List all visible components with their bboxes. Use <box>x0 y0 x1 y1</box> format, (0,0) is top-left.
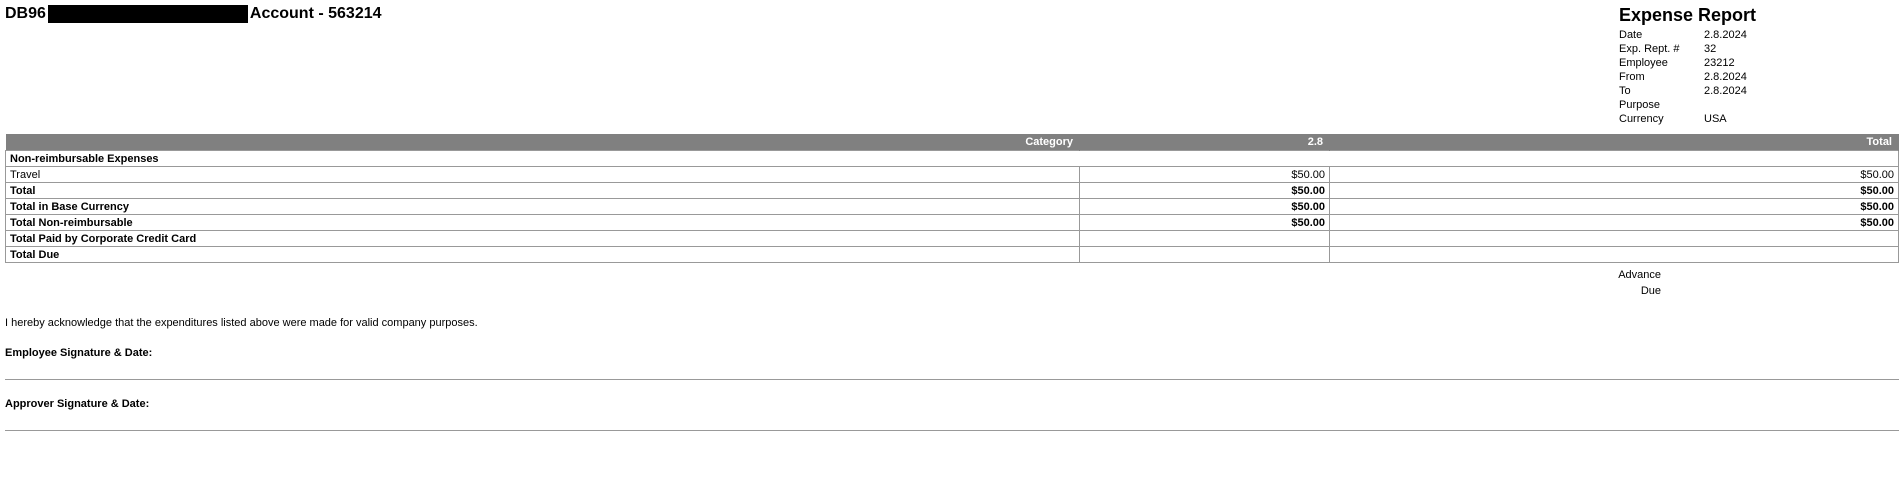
meta-from-value: 2.8.2024 <box>1704 70 1753 84</box>
account-title: DB96 Account - 563214 <box>5 5 382 23</box>
row-date-value: $50.00 <box>1080 215 1330 231</box>
table-row: Total Non-reimbursable $50.00 $50.00 <box>6 215 1899 231</box>
row-date-value: $50.00 <box>1080 183 1330 199</box>
row-label: Total Due <box>6 247 1080 263</box>
table-row: Total Paid by Corporate Credit Card <box>6 231 1899 247</box>
row-date-value: $50.00 <box>1080 199 1330 215</box>
row-total-value <box>1330 231 1899 247</box>
employee-signature-label: Employee Signature & Date: <box>5 347 1899 359</box>
footer-due-label: Due <box>1618 283 1661 299</box>
row-label: Travel <box>6 167 1080 183</box>
row-total-value: $50.00 <box>1330 167 1899 183</box>
row-label: Total <box>6 183 1080 199</box>
meta-employee-value: 23212 <box>1704 56 1753 70</box>
row-total-value: $50.00 <box>1330 199 1899 215</box>
table-row: Total $50.00 $50.00 <box>6 183 1899 199</box>
row-total-value: $50.00 <box>1330 215 1899 231</box>
acknowledgement-text: I hereby acknowledge that the expenditur… <box>5 317 1899 329</box>
employee-signature-line <box>5 379 1899 380</box>
account-prefix: DB96 <box>5 5 46 23</box>
col-total: Total <box>1330 134 1899 151</box>
approver-signature-label: Approver Signature & Date: <box>5 398 1899 410</box>
table-row: Non-reimbursable Expenses <box>6 151 1899 167</box>
meta-currency-label: Currency <box>1619 112 1704 126</box>
meta-to-label: To <box>1619 84 1704 98</box>
meta-purpose-label: Purpose <box>1619 98 1704 112</box>
meta-table: Date2.8.2024 Exp. Rept. #32 Employee2321… <box>1619 28 1753 126</box>
redacted-block <box>48 5 248 23</box>
footer-meta: Advance Due <box>5 267 1899 299</box>
meta-date-label: Date <box>1619 28 1704 42</box>
table-row: Total in Base Currency $50.00 $50.00 <box>6 199 1899 215</box>
meta-date-value: 2.8.2024 <box>1704 28 1753 42</box>
report-title: Expense Report <box>1619 5 1899 26</box>
row-label: Total Non-reimbursable <box>6 215 1080 231</box>
row-label: Total in Base Currency <box>6 199 1080 215</box>
meta-from-label: From <box>1619 70 1704 84</box>
section-header: Non-reimbursable Expenses <box>6 151 1899 167</box>
meta-currency-value: USA <box>1704 112 1753 126</box>
row-total-value <box>1330 247 1899 263</box>
account-suffix: Account - 563214 <box>250 5 382 23</box>
report-meta: Expense Report Date2.8.2024 Exp. Rept. #… <box>1619 5 1899 126</box>
meta-purpose-value <box>1704 98 1753 112</box>
footer-advance-label: Advance <box>1618 267 1661 283</box>
col-date: 2.8 <box>1080 134 1330 151</box>
row-date-value <box>1080 247 1330 263</box>
meta-employee-label: Employee <box>1619 56 1704 70</box>
table-row: Total Due <box>6 247 1899 263</box>
row-date-value <box>1080 231 1330 247</box>
row-total-value: $50.00 <box>1330 183 1899 199</box>
meta-rept-value: 32 <box>1704 42 1753 56</box>
row-label: Total Paid by Corporate Credit Card <box>6 231 1080 247</box>
approver-signature-line <box>5 430 1899 431</box>
meta-to-value: 2.8.2024 <box>1704 84 1753 98</box>
table-row: Travel $50.00 $50.00 <box>6 167 1899 183</box>
col-category: Category <box>6 134 1080 151</box>
meta-rept-label: Exp. Rept. # <box>1619 42 1704 56</box>
row-date-value: $50.00 <box>1080 167 1330 183</box>
expense-table: Category 2.8 Total Non-reimbursable Expe… <box>5 134 1899 263</box>
